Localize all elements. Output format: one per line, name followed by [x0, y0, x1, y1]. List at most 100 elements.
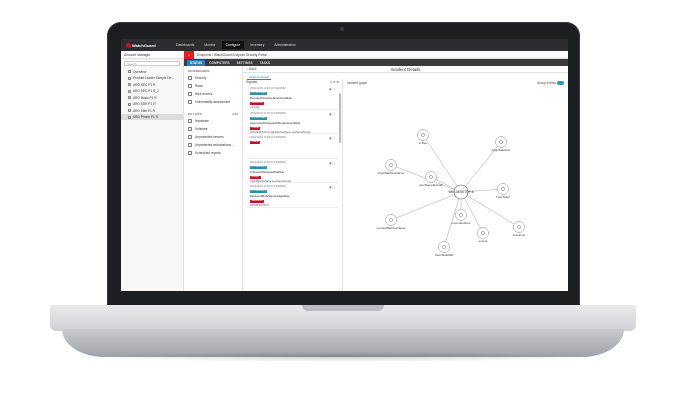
list-icon — [188, 100, 192, 104]
tab-tasks[interactable]: TASKS — [257, 60, 274, 66]
content-header: ‹ Back Incident Details — [243, 66, 568, 73]
tab-computers[interactable]: COMPUTERS — [206, 60, 232, 66]
top-navbar: WatchGuard Dashboards Monitor Configure Inv… — [121, 39, 568, 51]
back-red-button[interactable]: ◂ — [184, 50, 194, 59]
laptop-shadow — [80, 352, 606, 362]
back-label: Back — [249, 67, 257, 71]
breadcrumb: ◂ Endpoints / WatchGuard Endpoint Securi… — [184, 50, 568, 59]
graph-node-label: events — [479, 239, 488, 243]
graph-center-label: WIN-DESKTOP-6 — [448, 190, 473, 194]
nav-tab-dashboards[interactable]: Dashboards — [172, 41, 198, 49]
signal-tactic-badge: ATT&CK/DEN — [250, 116, 268, 120]
toggle-switch[interactable] — [557, 81, 564, 86]
computer-icon — [128, 96, 131, 100]
nav-tab-monitor[interactable]: Monitor — [200, 41, 219, 49]
signal-card[interactable]: 2024/11/03 11:48:13 1946459Z ATT&CK/DEN Un… — [246, 159, 338, 183]
group-toggle[interactable]: Group events — [537, 81, 564, 86]
signal-tactic-badge: ATT&CK/DEN — [250, 190, 268, 193]
computer-icon — [128, 83, 131, 87]
section-tabs: STATUS COMPUTERS SETTINGS TASKS — [184, 59, 568, 66]
graph-node[interactable] — [513, 221, 525, 233]
computer-icon — [128, 102, 131, 106]
main-nav: Dashboards Monitor Configure Inventory Admin… — [172, 41, 300, 49]
brand-logo[interactable]: WatchGuard — [126, 42, 166, 48]
tree-item[interactable]: ARO Phone P1 R — [121, 113, 183, 120]
sidebar-item-security[interactable]: Security — [184, 74, 242, 82]
signals-controls[interactable]: ◇ ≡ ✕ — [330, 80, 339, 84]
sidebar-item-hardware[interactable]: Hardware — [184, 117, 242, 125]
laptop-mockup: WatchGuard Dashboards Monitor Configure Inv… — [0, 0, 686, 400]
graph-node[interactable] — [497, 183, 509, 195]
graph-node-label: originMachineName — [378, 171, 405, 175]
graph-node[interactable] — [385, 159, 397, 171]
brand-logo-icon — [126, 42, 131, 48]
signal-severity-badge: Critical — [250, 126, 261, 130]
sidebar-item-software[interactable]: Software — [184, 125, 242, 133]
signal-severity-badge: Critical — [250, 141, 261, 144]
list-icon — [188, 143, 192, 147]
signal-severity-badge: WARNING — [250, 102, 265, 105]
app-screen: WatchGuard Dashboards Monitor Configure Inv… — [121, 39, 568, 291]
list-icon — [188, 92, 192, 96]
add-list-button[interactable]: Add — [232, 112, 238, 116]
incident-graph[interactable]: WIN-DESKTOP-6 2 files originMachine originM… — [343, 87, 568, 287]
graph-node[interactable] — [385, 214, 397, 226]
list-icon — [188, 119, 192, 123]
page-title: Incident Details — [390, 66, 421, 72]
graph-node-label: 2 files — [419, 141, 427, 145]
list-icon — [188, 135, 192, 139]
sidebar-item-risks[interactable]: Risks — [184, 82, 242, 90]
signal-card[interactable]: 2024/11/03 11:48:13 1946459Z ATT&CK/DEN Pa… — [246, 183, 338, 208]
signal-title: RemoteInteractiveSuspiciousRule — [250, 96, 292, 100]
dashboards-heading: DASHBOARDS — [188, 69, 210, 73]
sidebar-item-vulnerability-assessment[interactable]: Vulnerability assessment — [184, 98, 242, 106]
sidebar-item-web-access[interactable]: Web access — [184, 90, 242, 98]
computer-icon — [128, 76, 131, 80]
tree-item-label: ARO Elite P1 R — [133, 108, 155, 113]
nav-tab-configure[interactable]: Configure — [221, 41, 245, 49]
computer-icon — [128, 115, 131, 119]
sidebar-item-scheduled-reports[interactable]: Scheduled reports — [184, 149, 242, 157]
eye-icon[interactable]: ◉ ⋮ — [329, 112, 336, 116]
tab-status[interactable]: STATUS — [187, 59, 206, 66]
account-manager-bar[interactable]: Account Manager — [121, 51, 184, 59]
graph-title: Incident graph — [347, 81, 368, 85]
graph-node[interactable] — [438, 241, 450, 253]
nav-tab-inventory[interactable]: Inventory — [246, 41, 268, 49]
search-input[interactable]: Search — [124, 61, 180, 66]
eye-icon[interactable]: ◉ ⋮ — [329, 136, 336, 140]
signal-card[interactable]: 2024/11/03 11:48:13 1946459Z ATT&CK/DEN Re… — [246, 85, 338, 110]
eye-icon[interactable]: ◉ ⋮ — [329, 161, 336, 165]
sidebar-item-unprotected-servers[interactable]: Unprotected servers — [184, 133, 242, 141]
incident-content: ‹ Back Incident Details Incident details… — [243, 66, 568, 291]
computer-icon — [128, 70, 131, 74]
sidebar-item-unprotected-workstations-[interactable]: Unprotected workstations... — [184, 141, 242, 149]
status-sidebar: DASHBOARDS Security Risks Web access Vulner… — [184, 66, 243, 291]
signals-panel: Signals ◇ ≡ ✕ 2024/11/03 11:48:13 194645… — [243, 79, 343, 291]
signal-date: 2024/11/03 11:48:13 1946459Z — [250, 160, 286, 164]
graph-node-label: originMachine — [492, 148, 511, 152]
sidebar-item-label: Risks — [195, 84, 203, 88]
back-button[interactable]: ‹ Back — [243, 67, 303, 71]
tab-settings[interactable]: SETTINGS — [234, 60, 256, 66]
signals-scrollbar[interactable] — [339, 93, 341, 143]
graph-node[interactable] — [455, 209, 467, 221]
signals-list: 2024/11/03 11:48:13 1946459Z ATT&CK/DEN Re… — [243, 85, 342, 208]
signal-card[interactable]: 2024/11/03 11:48:13 1946459Z ATT&CK/DEN Ac… — [246, 110, 338, 134]
incident-graph-panel: Incident graph Group events WIN-DESKTOP-… — [343, 79, 568, 291]
graph-node[interactable] — [417, 129, 429, 141]
sidebar-item-label: Software — [195, 127, 208, 131]
tree-item-label: ARO EDR P1 R — [133, 102, 156, 107]
eye-icon[interactable]: ◉ ⋮ — [329, 87, 336, 91]
nav-tab-administration[interactable]: Administration — [270, 41, 299, 49]
eye-icon[interactable]: ◉ ⋮ — [329, 185, 336, 189]
graph-header: Incident graph Group events — [343, 79, 568, 87]
graph-node[interactable] — [425, 171, 437, 183]
tree-item-label: Product Leader Sample De... — [133, 76, 175, 81]
signal-card[interactable]: 2024/11/03 11:48:13 1946459Z Critical ◉ ⋮ — [246, 134, 338, 159]
tree-item-label: Overview — [133, 69, 147, 74]
graph-node[interactable] — [495, 136, 507, 148]
mylists-title: MY LISTS — [188, 112, 202, 116]
computer-icon — [128, 89, 131, 93]
graph-node[interactable] — [477, 227, 489, 239]
